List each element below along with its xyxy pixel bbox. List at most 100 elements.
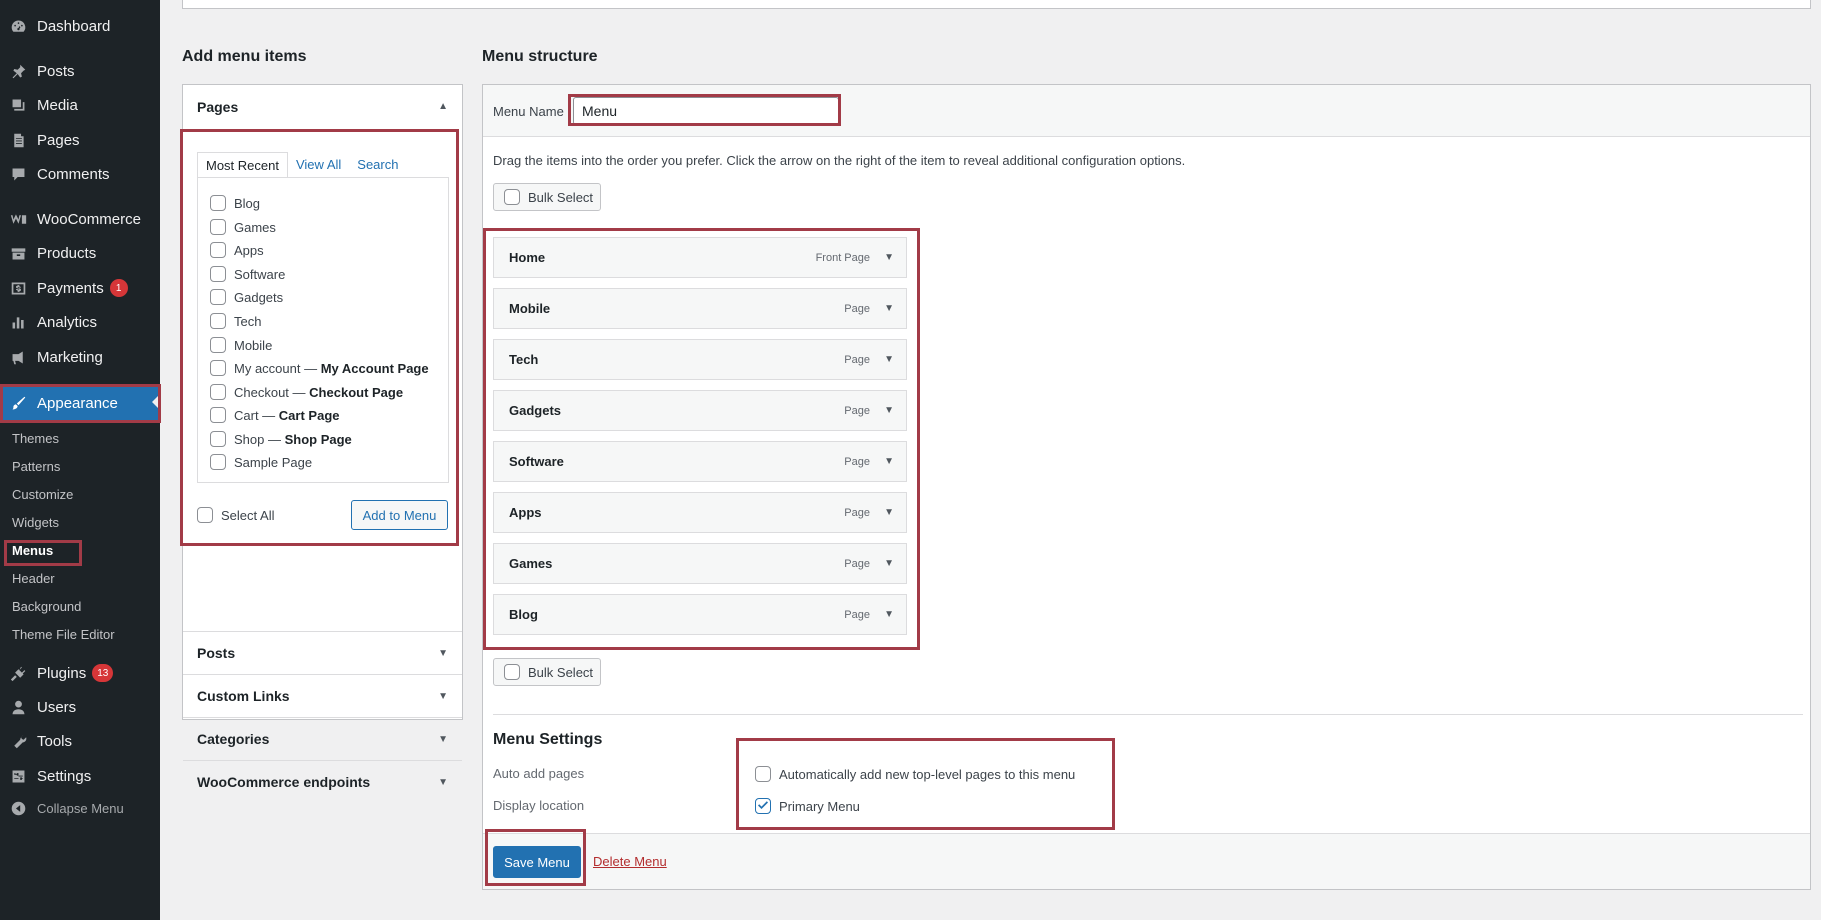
page-checkbox-item[interactable]: Tech (210, 311, 261, 331)
bulk-select-top[interactable]: Bulk Select (493, 183, 601, 211)
checkbox[interactable] (210, 195, 226, 211)
page-checkbox-item[interactable]: Sample Page (210, 452, 312, 472)
checkbox[interactable] (210, 219, 226, 235)
page-checkbox-item[interactable]: My account — My Account Page (210, 358, 429, 378)
caret-down-icon[interactable]: ▼ (884, 558, 894, 569)
sidebar-item-tools[interactable]: Tools (0, 724, 160, 758)
sidebar-item-woocommerce[interactable]: WooCommerce (0, 202, 160, 236)
caret-down-icon[interactable]: ▼ (884, 252, 894, 263)
page-checkbox-item[interactable]: Software (210, 264, 285, 284)
tab-search[interactable]: Search (349, 152, 406, 178)
caret-down-icon[interactable]: ▼ (884, 456, 894, 467)
submenu-background[interactable]: Background (12, 597, 81, 617)
accordion-pages-header[interactable]: Pages ▲ (183, 85, 462, 128)
page-suffix: Cart Page (278, 407, 340, 423)
page-checkbox-item[interactable]: Mobile (210, 335, 272, 355)
delete-menu-link[interactable]: Delete Menu (593, 854, 667, 869)
settings-divider (493, 714, 1803, 715)
checkbox[interactable] (504, 189, 520, 205)
sidebar-item-pages[interactable]: Pages (0, 123, 160, 157)
checkbox[interactable] (197, 507, 213, 523)
submenu-patterns[interactable]: Patterns (12, 457, 60, 477)
menu-name-input[interactable] (573, 97, 839, 125)
page-checkbox-item[interactable]: Checkout — Checkout Page (210, 382, 403, 402)
menu-footer: Save Menu Delete Menu (483, 833, 1810, 889)
checkbox[interactable] (210, 337, 226, 353)
page-label: Blog (234, 195, 261, 211)
menu-item-title: Software (509, 454, 564, 469)
checkbox[interactable] (210, 313, 226, 329)
menu-item-blog[interactable]: Blog Page ▼ (493, 594, 907, 635)
sidebar-item-posts[interactable]: Posts (0, 54, 160, 88)
primary-menu-checkbox[interactable]: Primary Menu (755, 796, 860, 816)
accordion-posts-header[interactable]: Posts ▼ (183, 631, 462, 674)
accordion-woocommerce-endpoints-header[interactable]: WooCommerce endpoints ▼ (183, 760, 462, 803)
megaphone-icon (9, 348, 27, 366)
auto-add-pages-checkbox[interactable]: Automatically add new top-level pages to… (755, 764, 1075, 784)
caret-down-icon[interactable]: ▼ (884, 405, 894, 416)
checkbox[interactable] (755, 766, 771, 782)
tab-view-all[interactable]: View All (288, 152, 349, 178)
checkbox[interactable] (210, 266, 226, 282)
checkbox[interactable] (210, 454, 226, 470)
menu-item-gadgets[interactable]: Gadgets Page ▼ (493, 390, 907, 431)
page-checkbox-item[interactable]: Blog (210, 193, 260, 213)
select-all-checkbox[interactable]: Select All (197, 505, 274, 525)
sidebar-item-products[interactable]: Products (0, 236, 160, 270)
checkbox[interactable] (210, 360, 226, 376)
submenu-theme-file-editor[interactable]: Theme File Editor (12, 625, 115, 645)
sidebar-item-dashboard[interactable]: Dashboard (0, 9, 160, 43)
menu-item-tech[interactable]: Tech Page ▼ (493, 339, 907, 380)
menu-item-type: Page (844, 404, 870, 417)
sidebar-collapse-menu[interactable]: Collapse Menu (0, 791, 160, 825)
accordion-custom-links-header[interactable]: Custom Links ▼ (183, 674, 462, 717)
sidebar-item-label: Appearance (37, 394, 118, 412)
checkbox[interactable] (210, 242, 226, 258)
page-checkbox-item[interactable]: Gadgets (210, 287, 283, 307)
caret-down-icon[interactable]: ▼ (884, 303, 894, 314)
submenu-header[interactable]: Header (12, 569, 55, 589)
accordion-categories-header[interactable]: Categories ▼ (183, 717, 462, 760)
add-to-menu-button[interactable]: Add to Menu (351, 500, 448, 530)
checkbox[interactable] (210, 384, 226, 400)
sidebar-item-appearance[interactable]: Appearance (0, 385, 160, 421)
checkbox[interactable] (210, 431, 226, 447)
sidebar-item-marketing[interactable]: Marketing (0, 340, 160, 374)
sidebar-item-media[interactable]: Media (0, 88, 160, 122)
sidebar-item-plugins[interactable]: Plugins 13 (0, 656, 160, 690)
sidebar-item-settings[interactable]: Settings (0, 759, 160, 793)
page-checkbox-item[interactable]: Games (210, 217, 276, 237)
checkbox[interactable] (504, 664, 520, 680)
caret-down-icon[interactable]: ▼ (884, 609, 894, 620)
bulk-select-bottom[interactable]: Bulk Select (493, 658, 601, 686)
menu-item-games[interactable]: Games Page ▼ (493, 543, 907, 584)
checkbox[interactable] (210, 289, 226, 305)
page-checkbox-item[interactable]: Shop — Shop Page (210, 429, 352, 449)
submenu-menus[interactable]: Menus (12, 541, 53, 561)
checkbox-checked[interactable] (755, 798, 771, 814)
caret-down-icon[interactable]: ▼ (884, 354, 894, 365)
caret-down-icon[interactable]: ▼ (884, 507, 894, 518)
page-suffix: Shop Page (284, 431, 352, 447)
sidebar-item-analytics[interactable]: Analytics (0, 305, 160, 339)
menu-item-home[interactable]: Home Front Page ▼ (493, 237, 907, 278)
sidebar-item-payments[interactable]: Payments 1 (0, 271, 160, 305)
submenu-customize[interactable]: Customize (12, 485, 73, 505)
auto-add-label: Auto add pages (493, 766, 585, 781)
save-menu-button[interactable]: Save Menu (493, 846, 581, 878)
page-checkbox-item[interactable]: Cart — Cart Page (210, 405, 340, 425)
archive-icon (9, 244, 27, 262)
page-checkbox-item[interactable]: Apps (210, 240, 264, 260)
menu-item-software[interactable]: Software Page ▼ (493, 441, 907, 482)
sidebar-item-comments[interactable]: Comments (0, 157, 160, 191)
submenu-widgets[interactable]: Widgets (12, 513, 59, 533)
sidebar-item-users[interactable]: Users (0, 690, 160, 724)
menu-item-apps[interactable]: Apps Page ▼ (493, 492, 907, 533)
submenu-themes[interactable]: Themes (12, 429, 59, 449)
tab-most-recent[interactable]: Most Recent (197, 152, 288, 178)
pin-icon (9, 62, 27, 80)
checkbox[interactable] (210, 407, 226, 423)
page-suffix: Checkout Page (309, 384, 404, 400)
menu-item-mobile[interactable]: Mobile Page ▼ (493, 288, 907, 329)
admin-sidebar: Dashboard Posts Media Pages Comments Woo… (0, 0, 161, 920)
